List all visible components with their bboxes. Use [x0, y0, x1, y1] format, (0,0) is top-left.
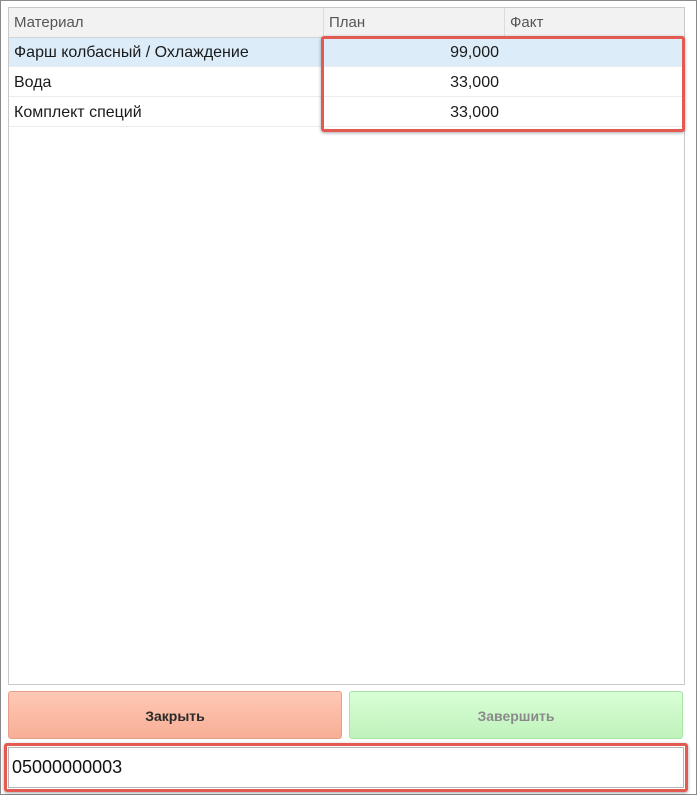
column-header-fact[interactable]: Факт: [505, 8, 684, 37]
cell-plan: 99,000: [450, 44, 499, 61]
column-header-material[interactable]: Материал: [9, 8, 323, 37]
column-header-plan[interactable]: План: [324, 8, 504, 37]
cell-fact[interactable]: [505, 68, 684, 97]
close-button[interactable]: Закрыть: [8, 691, 342, 739]
cell-fact[interactable]: [505, 38, 684, 67]
table-row[interactable]: Фарш колбасный / Охлаждение 99,000: [9, 38, 684, 67]
cell-material: Комплект специй: [14, 104, 142, 121]
table-row[interactable]: Вода 33,000: [9, 68, 684, 97]
cell-plan: 33,000: [450, 74, 499, 91]
window-frame: Материал План Факт Фарш колбасный / Охла…: [0, 0, 697, 795]
cell-material: Фарш колбасный / Охлаждение: [14, 44, 249, 61]
table-row[interactable]: Комплект специй 33,000: [9, 98, 684, 127]
cell-material: Вода: [14, 74, 52, 91]
finish-button[interactable]: Завершить: [349, 691, 683, 739]
materials-grid: Материал План Факт Фарш колбасный / Охла…: [8, 7, 685, 685]
grid-header: Материал План Факт: [9, 8, 684, 38]
cell-fact[interactable]: [505, 98, 684, 127]
barcode-input[interactable]: [12, 752, 672, 782]
cell-plan: 33,000: [450, 104, 499, 121]
barcode-field[interactable]: [8, 747, 684, 788]
